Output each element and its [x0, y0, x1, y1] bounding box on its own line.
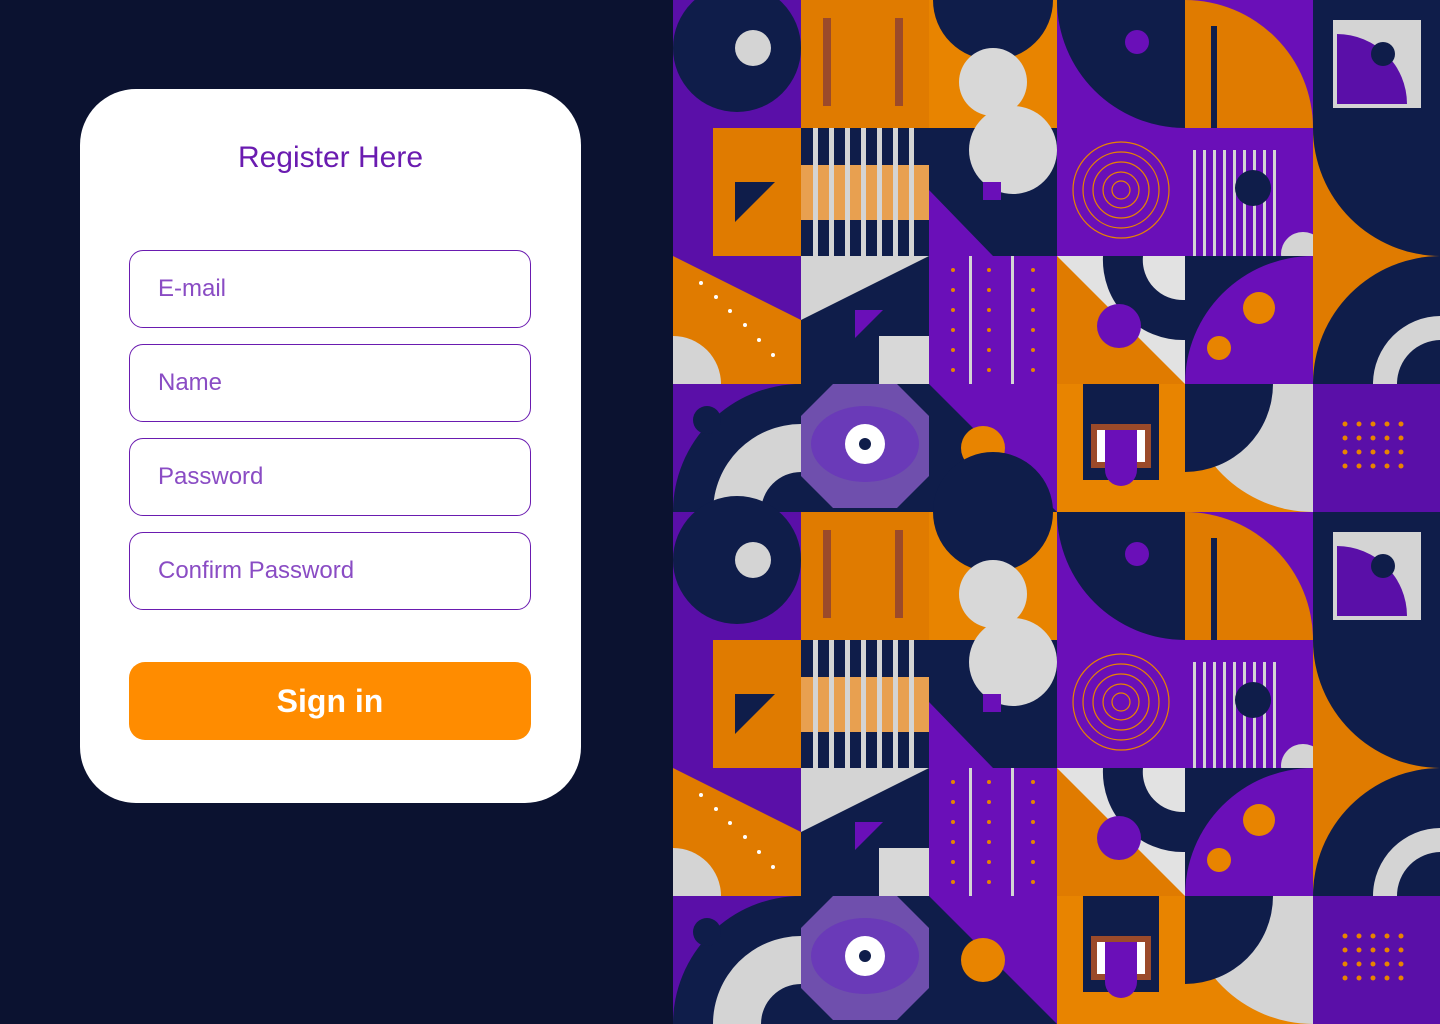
confirm-password-field[interactable]: [129, 532, 531, 610]
password-field[interactable]: [129, 438, 531, 516]
name-field[interactable]: [129, 344, 531, 422]
register-card: Register Here Sign in: [80, 89, 581, 803]
page-title: Register Here: [237, 141, 424, 174]
email-field[interactable]: [129, 250, 531, 328]
decorative-pattern: [673, 0, 1440, 1024]
sign-in-button[interactable]: Sign in: [129, 662, 531, 740]
geometric-pattern-image: [673, 0, 1440, 1024]
